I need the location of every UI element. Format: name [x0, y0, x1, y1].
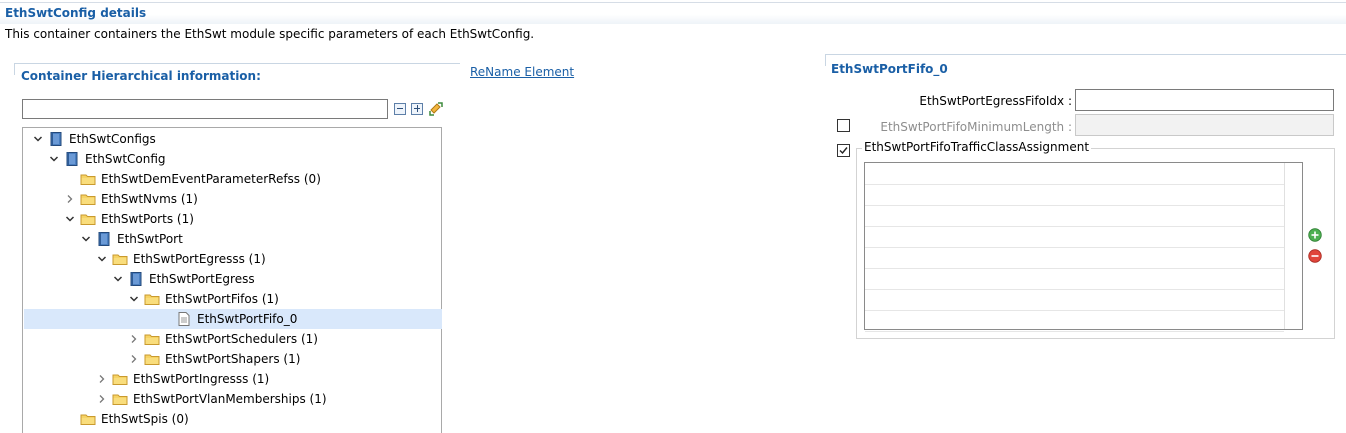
tree-row[interactable]: EthSwtPortEgresss (1) [24, 249, 442, 269]
tree-row[interactable]: EthSwtNvms (1) [24, 189, 442, 209]
tree-row-label: EthSwtPortVlanMemberships (1) [133, 392, 327, 406]
detail-section-title: EthSwtPortFifo_0 [831, 62, 948, 76]
expand-all-button[interactable] [411, 103, 423, 115]
tree-filter-input[interactable] [22, 99, 388, 119]
table-row[interactable] [865, 310, 1284, 311]
table-row[interactable] [865, 331, 1284, 332]
folder-icon [112, 254, 128, 265]
tree-row[interactable]: EthSwtPortFifos (1) [24, 289, 442, 309]
remove-row-button[interactable] [1308, 249, 1322, 263]
tree-row[interactable]: EthSwtConfigs [24, 129, 442, 149]
folder-icon [112, 374, 128, 385]
tree-row-label: EthSwtPortFifo_0 [197, 312, 298, 326]
tree-row[interactable]: EthSwtPortIngresss (1) [24, 369, 442, 389]
tree-row[interactable]: EthSwtConfig [24, 149, 442, 169]
chevron-right-icon[interactable] [128, 333, 140, 345]
container-icon [98, 232, 110, 246]
header-divider [0, 2, 1346, 3]
chevron-right-icon[interactable] [96, 373, 108, 385]
traffic-class-table[interactable] [864, 162, 1303, 332]
left-section-rule [14, 63, 460, 64]
page-description: This container containers the EthSwt mod… [5, 27, 535, 41]
folder-icon [80, 214, 96, 225]
table-row[interactable] [865, 289, 1284, 290]
chevron-down-icon[interactable] [32, 133, 44, 145]
traffic-class-label: EthSwtPortFifoTrafficClassAssignment [862, 140, 1092, 154]
table-row[interactable] [865, 268, 1284, 269]
folder-icon [144, 354, 160, 365]
folder-icon [112, 394, 128, 405]
container-icon [66, 152, 78, 166]
tree-row[interactable]: EthSwtSpis (0) [24, 409, 442, 429]
tree-row-label: EthSwtPortSchedulers (1) [165, 332, 318, 346]
table-row[interactable] [865, 247, 1284, 248]
min-length-checkbox[interactable] [837, 119, 850, 132]
tree-row-label: EthSwtSpis (0) [101, 412, 189, 426]
table-column-separator [1284, 163, 1285, 329]
table-row[interactable] [865, 226, 1284, 227]
folder-icon [80, 174, 96, 185]
tree-row-label: EthSwtNvms (1) [101, 192, 198, 206]
tree-row-label: EthSwtConfig [85, 152, 166, 166]
tree-row-label: EthSwtDemEventParameterRefss (0) [101, 172, 321, 186]
chevron-down-icon[interactable] [80, 233, 92, 245]
tree-row-label: EthSwtPort [117, 232, 183, 246]
page-title: EthSwtConfig details [5, 6, 147, 20]
left-section-edge [14, 63, 15, 75]
sync-icon[interactable] [428, 101, 444, 117]
min-length-input [1075, 114, 1334, 136]
folder-icon [144, 334, 160, 345]
checkmark-icon [839, 147, 848, 155]
container-tree: EthSwtConfigs EthSwtConfig EthSwtDemEventP… [22, 127, 442, 433]
traffic-class-checkbox[interactable] [837, 144, 850, 157]
hierarchy-section-title: Container Hierarchical information: [21, 69, 261, 83]
minus-icon [397, 108, 403, 109]
chevron-right-icon[interactable] [64, 193, 76, 205]
right-section-edge [825, 54, 826, 66]
chevron-right-icon[interactable] [128, 353, 140, 365]
rename-element-link[interactable]: ReName Element [470, 65, 574, 79]
tree-row[interactable]: EthSwtPorts (1) [24, 209, 442, 229]
tree-row-label: EthSwtPortShapers (1) [165, 352, 301, 366]
chevron-right-icon[interactable] [96, 393, 108, 405]
folder-icon [144, 294, 160, 305]
tree-row-label: EthSwtPortFifos (1) [165, 292, 279, 306]
chevron-down-icon[interactable] [128, 293, 140, 305]
tree-row[interactable]: EthSwtPortSchedulers (1) [24, 329, 442, 349]
chevron-down-icon[interactable] [96, 253, 108, 265]
chevron-down-icon[interactable] [112, 273, 124, 285]
tree-row-label: EthSwtPortIngresss (1) [133, 372, 270, 386]
tree-row-label: EthSwtPorts (1) [101, 212, 194, 226]
header-band [0, 0, 1346, 24]
folder-icon [80, 414, 96, 425]
right-section-rule [825, 54, 1346, 55]
tree-row[interactable]: EthSwtPortShapers (1) [24, 349, 442, 369]
add-row-button[interactable] [1308, 228, 1322, 242]
chevron-down-icon[interactable] [48, 153, 60, 165]
tree-row-label: EthSwtConfigs [69, 132, 156, 146]
tree-row-label: EthSwtPortEgresss (1) [133, 252, 266, 266]
egress-fifo-idx-label: EthSwtPortEgressFifoIdx : [919, 94, 1072, 108]
egress-fifo-idx-input[interactable] [1075, 89, 1334, 111]
chevron-down-icon[interactable] [64, 213, 76, 225]
tree-row[interactable]: EthSwtPortEgress [24, 269, 442, 289]
tree-row[interactable]: EthSwtPort [24, 229, 442, 249]
table-row[interactable] [865, 205, 1284, 206]
tree-row[interactable]: EthSwtPortFifo_0 [24, 309, 442, 329]
tree-row[interactable]: EthSwtDemEventParameterRefss (0) [24, 169, 442, 189]
min-length-label: EthSwtPortFifoMinimumLength : [880, 120, 1072, 134]
folder-icon [80, 194, 96, 205]
tree-row-label: EthSwtPortEgress [149, 272, 255, 286]
container-icon [50, 132, 62, 146]
tree-row[interactable]: EthSwtPortVlanMemberships (1) [24, 389, 442, 409]
container-icon [130, 272, 142, 286]
document-icon [178, 312, 190, 326]
table-row[interactable] [865, 184, 1284, 185]
collapse-all-button[interactable] [394, 103, 406, 115]
